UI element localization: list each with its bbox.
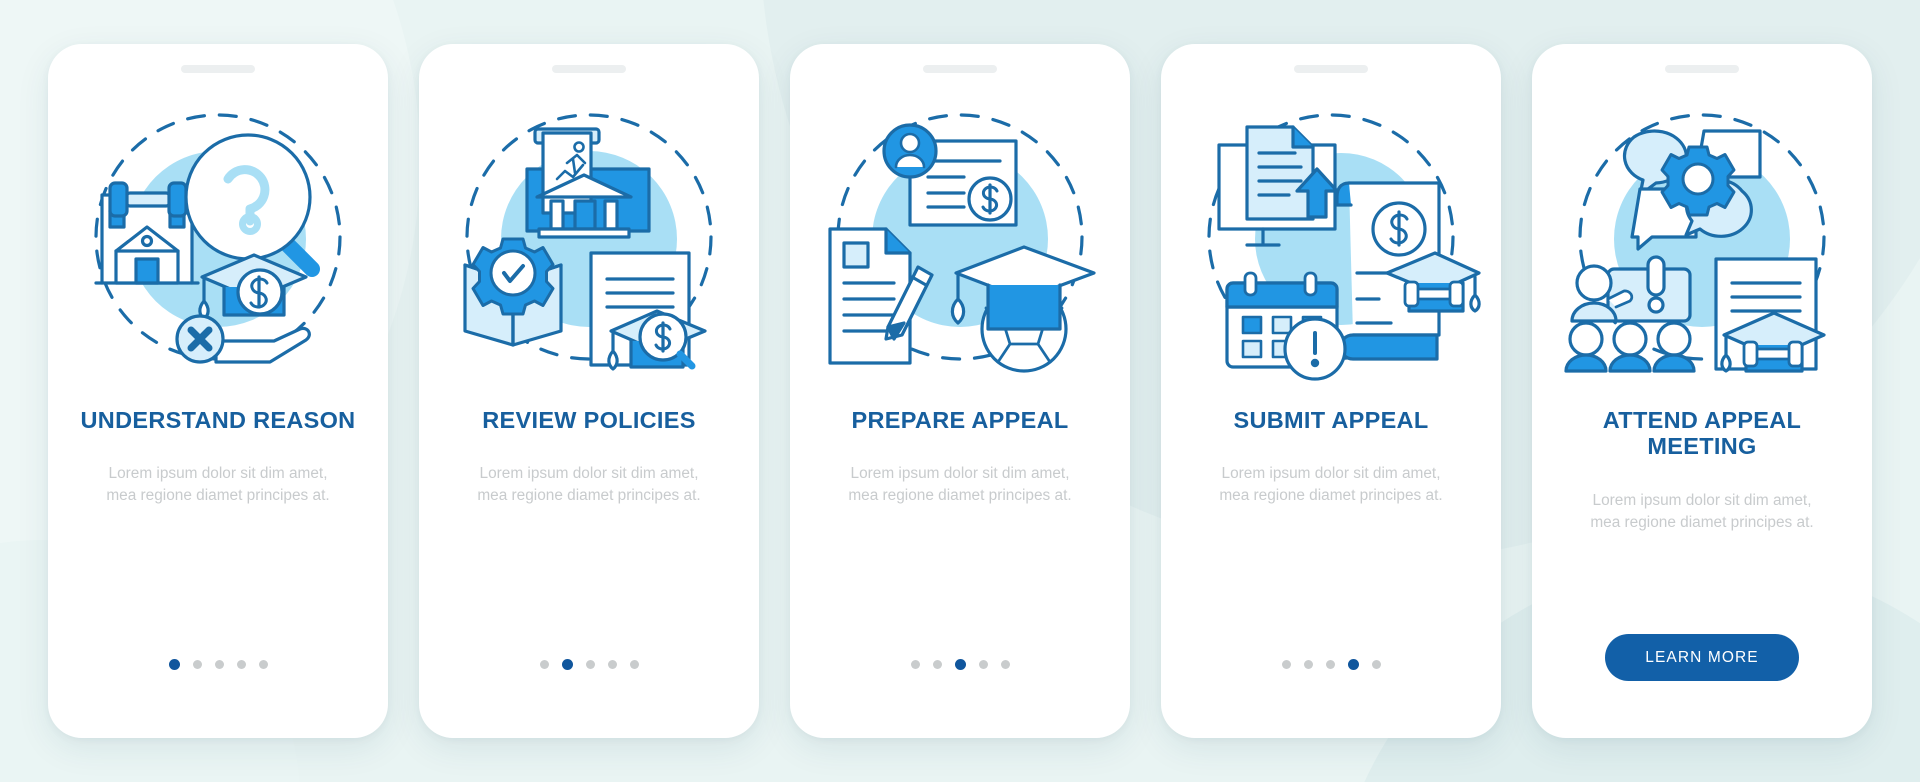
pagination-dot-4[interactable] <box>236 660 246 669</box>
pagination-dot-5[interactable] <box>1371 660 1381 669</box>
pagination-dot-5[interactable] <box>629 660 639 669</box>
screen-body-text: Lorem ipsum dolor sit dim amet, mea regi… <box>477 465 701 505</box>
phone-speaker-bar <box>552 65 626 73</box>
onboarding-screen-attend-appeal-meeting: ATTEND APPEAL MEETING Lorem ipsum dolor s… <box>1532 44 1872 738</box>
pagination-dot-1-active[interactable] <box>168 659 180 670</box>
pagination-dot-1[interactable] <box>1281 660 1291 669</box>
pagination-dots <box>1281 659 1381 670</box>
screen-body-text: Lorem ipsum dolor sit dim amet, mea regi… <box>848 465 1072 505</box>
screen-title: PREPARE APPEAL <box>851 407 1069 433</box>
pagination-dot-2[interactable] <box>932 660 942 669</box>
pagination-dot-5[interactable] <box>258 660 268 669</box>
screen-title: REVIEW POLICIES <box>482 407 696 433</box>
phone-speaker-bar <box>1665 65 1739 73</box>
onboarding-screen-understand-reason: UNDERSTAND REASON Lorem ipsum dolor sit d… <box>48 44 388 738</box>
pagination-dot-2[interactable] <box>192 660 202 669</box>
learn-more-button[interactable]: LEARN MORE <box>1605 634 1799 681</box>
onboarding-screens-strip: UNDERSTAND REASON Lorem ipsum dolor sit d… <box>0 0 1920 782</box>
onboarding-screen-review-policies: REVIEW POLICIES Lorem ipsum dolor sit dim… <box>419 44 759 738</box>
pagination-dot-2-active[interactable] <box>561 659 573 670</box>
submit-appeal-illustration <box>1181 87 1481 387</box>
pagination-dot-4[interactable] <box>978 660 988 669</box>
phone-speaker-bar <box>1294 65 1368 73</box>
pagination-dot-3[interactable] <box>214 660 224 669</box>
pagination-dot-4[interactable] <box>607 660 617 669</box>
review-policies-illustration <box>439 87 739 387</box>
pagination-dot-1[interactable] <box>539 660 549 669</box>
phone-speaker-bar <box>181 65 255 73</box>
screen-body-text: Lorem ipsum dolor sit dim amet, mea regi… <box>1219 465 1443 505</box>
pagination-dot-3[interactable] <box>1325 660 1335 669</box>
onboarding-screen-submit-appeal: SUBMIT APPEAL Lorem ipsum dolor sit dim a… <box>1161 44 1501 738</box>
pagination-dot-4-active[interactable] <box>1347 659 1359 670</box>
screen-title: ATTEND APPEAL MEETING <box>1602 407 1802 460</box>
pagination-dot-3[interactable] <box>585 660 595 669</box>
screen-title: SUBMIT APPEAL <box>1233 407 1429 433</box>
understand-reason-illustration <box>68 87 368 387</box>
pagination-dot-3-active[interactable] <box>954 659 966 670</box>
pagination-dots <box>168 659 268 670</box>
prepare-appeal-illustration <box>810 87 1110 387</box>
onboarding-screen-prepare-appeal: PREPARE APPEAL Lorem ipsum dolor sit dim … <box>790 44 1130 738</box>
pagination-dot-5[interactable] <box>1000 660 1010 669</box>
screen-title: UNDERSTAND REASON <box>80 407 356 433</box>
pagination-dot-1[interactable] <box>910 660 920 669</box>
pagination-dots <box>910 659 1010 670</box>
pagination-dot-2[interactable] <box>1303 660 1313 669</box>
screen-body-text: Lorem ipsum dolor sit dim amet, mea regi… <box>106 465 330 505</box>
pagination-dots <box>539 659 639 670</box>
attend-appeal-meeting-illustration <box>1552 87 1852 387</box>
phone-speaker-bar <box>923 65 997 73</box>
screen-body-text: Lorem ipsum dolor sit dim amet, mea regi… <box>1590 491 1814 531</box>
